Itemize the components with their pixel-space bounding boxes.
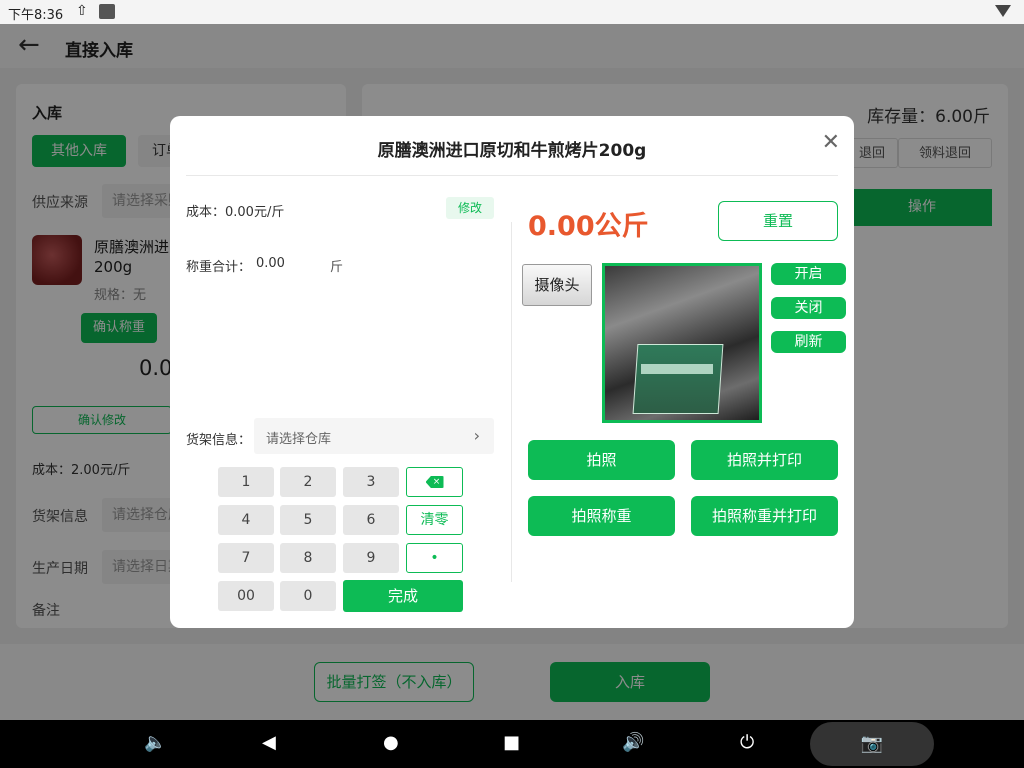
column-divider <box>511 222 512 582</box>
wifi-icon <box>995 5 1011 17</box>
upload-icon: ⇧ <box>76 3 88 19</box>
key-4[interactable]: 4 <box>218 505 274 535</box>
dialog-shelf-label: 货架信息： <box>186 433 252 448</box>
close-icon[interactable]: ✕ <box>822 132 840 154</box>
title-divider <box>186 175 838 176</box>
screenshot-button[interactable]: 📷 <box>810 722 934 766</box>
preview-label-stripe <box>641 364 713 374</box>
dialog-cost: 成本：0.00元/斤 <box>186 205 285 220</box>
edit-cost-button[interactable]: 修改 <box>446 197 494 219</box>
reset-button[interactable]: 重置 <box>718 201 838 241</box>
recents-icon[interactable]: ■ <box>503 732 520 754</box>
camera-icon: 📷 <box>860 733 884 754</box>
weight-display: 0.00公斤 <box>528 211 649 242</box>
key-3[interactable]: 3 <box>343 467 399 497</box>
key-7[interactable]: 7 <box>218 543 274 573</box>
camera-select-button[interactable]: 摄像头 <box>522 264 592 306</box>
camera-close-button[interactable]: 关闭 <box>771 297 846 319</box>
dot-key[interactable]: • <box>406 543 463 573</box>
preview-box-object <box>632 344 724 414</box>
dialog-shelf-select[interactable]: 请选择仓库 › <box>254 418 494 454</box>
volume-down-icon[interactable]: 🔈 <box>144 732 166 754</box>
home-icon[interactable]: ● <box>383 732 399 754</box>
key-1[interactable]: 1 <box>218 467 274 497</box>
dialog-title: 原膳澳洲进口原切和牛煎烤片200g <box>377 141 647 161</box>
key-8[interactable]: 8 <box>280 543 336 573</box>
backspace-key[interactable]: × <box>406 467 463 497</box>
camera-preview <box>602 263 762 423</box>
key-2[interactable]: 2 <box>280 467 336 497</box>
shelf-placeholder: 请选择仓库 <box>266 432 332 447</box>
camera-refresh-button[interactable]: 刷新 <box>771 331 846 353</box>
key-5[interactable]: 5 <box>280 505 336 535</box>
status-bar: 下午8:36 ⇧ <box>0 0 1024 24</box>
backspace-icon: × <box>425 476 444 488</box>
camera-open-button[interactable]: 开启 <box>771 263 846 285</box>
system-nav-bar: 🔈 ◀ ● ■ 🔊 ⏻ 📷 <box>0 720 1024 768</box>
weight-unit: 斤 <box>330 260 344 275</box>
photo-weigh-print-button[interactable]: 拍照称重并打印 <box>691 496 838 536</box>
notification-icon <box>99 4 115 19</box>
key-0[interactable]: 0 <box>280 581 336 611</box>
weight-total-label: 称重合计： <box>186 260 252 275</box>
key-9[interactable]: 9 <box>343 543 399 573</box>
photo-print-button[interactable]: 拍照并打印 <box>691 440 838 480</box>
photo-weigh-button[interactable]: 拍照称重 <box>528 496 675 536</box>
power-icon[interactable]: ⏻ <box>740 732 754 754</box>
key-6[interactable]: 6 <box>343 505 399 535</box>
done-key[interactable]: 完成 <box>343 580 463 612</box>
weight-total-value: 0.00 <box>256 256 285 271</box>
status-time: 下午8:36 <box>8 8 64 23</box>
clear-key[interactable]: 清零 <box>406 505 463 535</box>
back-icon[interactable]: ◀ <box>262 732 276 754</box>
chevron-right-icon: › <box>473 426 480 445</box>
photo-button[interactable]: 拍照 <box>528 440 675 480</box>
volume-up-icon[interactable]: 🔊 <box>622 732 644 754</box>
weigh-dialog: 原膳澳洲进口原切和牛煎烤片200g ✕ 成本：0.00元/斤 修改 称重合计： … <box>170 116 854 628</box>
key-00[interactable]: 00 <box>218 581 274 611</box>
